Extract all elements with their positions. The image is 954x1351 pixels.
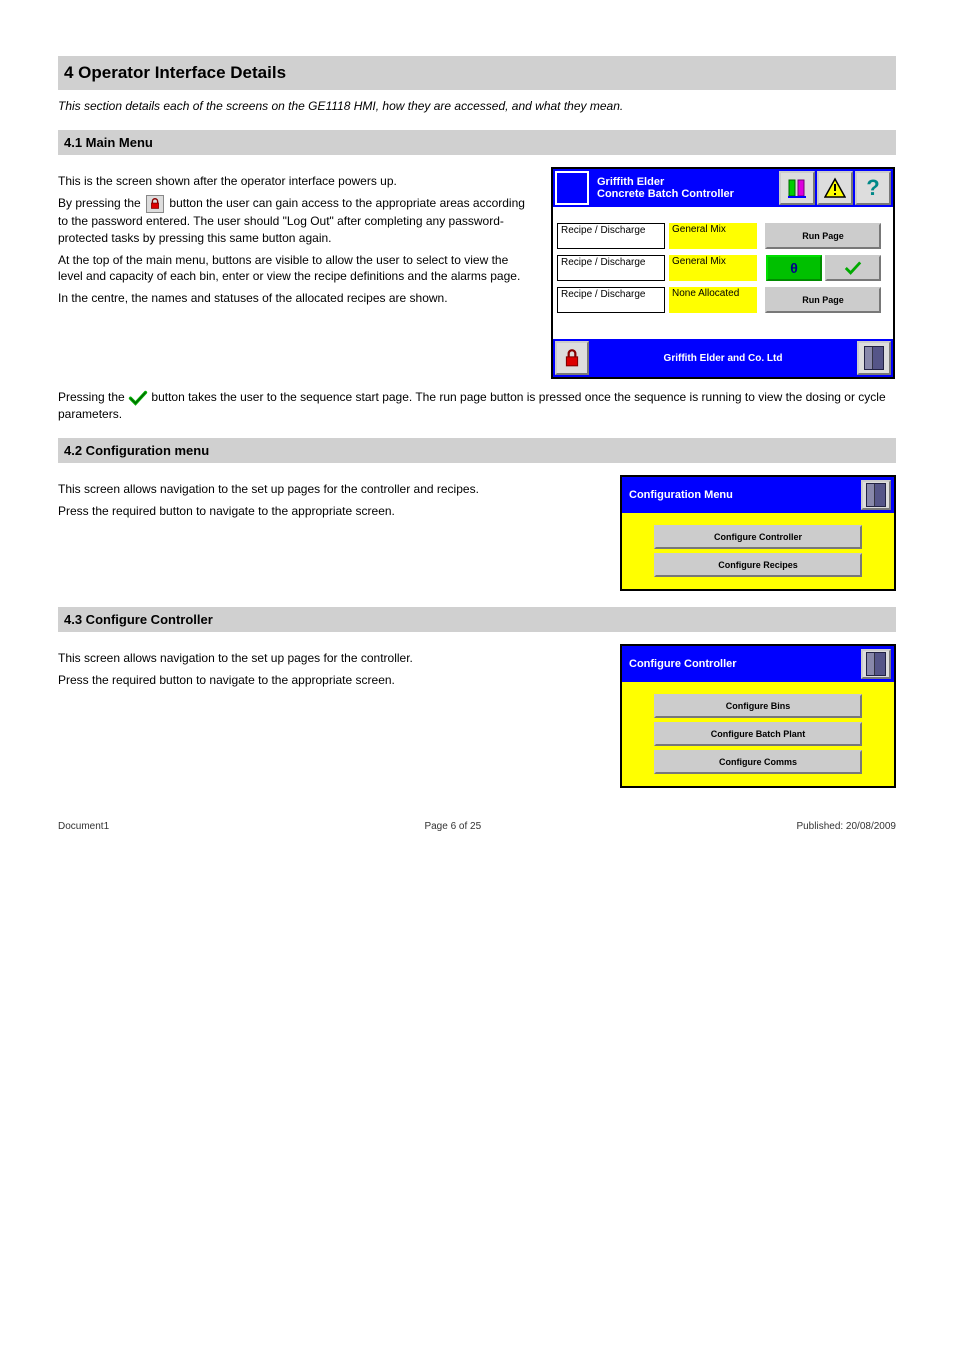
footer-brand: Griffith Elder and Co. Ltd [589, 353, 857, 364]
recipe-buttons: θ [761, 255, 881, 281]
config-controller-button[interactable]: Configure Batch Plant [654, 722, 862, 746]
footer-centre: Page 6 of 25 [424, 821, 481, 832]
confirm-button[interactable] [825, 255, 881, 281]
s42-p2: Press the required button to navigate to… [58, 503, 531, 519]
s41-p4a: Pressing the [58, 390, 128, 404]
config-menu-exit[interactable] [861, 480, 891, 510]
footer-left: Document1 [58, 821, 109, 832]
main-menu-panel: Griffith Elder Concrete Batch Controller… [551, 167, 895, 379]
config-menu-button[interactable]: Configure Recipes [654, 553, 862, 577]
recipe-value: General Mix [669, 255, 757, 281]
s41-intro: This is the screen shown after the opera… [58, 173, 531, 189]
main-menu-footer: Griffith Elder and Co. Ltd [553, 339, 893, 377]
exit-button[interactable] [857, 341, 891, 375]
s43-p1: This screen allows navigation to the set… [58, 650, 531, 666]
run-page-button[interactable]: Run Page [765, 287, 881, 313]
door-icon [864, 346, 884, 370]
s41-p4b: button takes the user to the sequence st… [58, 390, 886, 421]
help-button[interactable]: ? [855, 171, 891, 205]
config-menu-panel: Configuration Menu Configure ControllerC… [620, 475, 896, 591]
run-page-button[interactable]: Run Page [765, 223, 881, 249]
recipe-label: Recipe / Discharge [557, 287, 665, 313]
config-menu-title: Configuration Menu [625, 489, 733, 501]
section-4-heading: 4 Operator Interface Details [58, 56, 896, 90]
s41-p3: In the centre, the names and statuses of… [58, 290, 531, 306]
config-menu-button[interactable]: Configure Controller [654, 525, 862, 549]
main-menu-title: Griffith Elder Concrete Batch Controller [591, 176, 777, 200]
recipe-value: None Allocated [669, 287, 757, 313]
door-icon [866, 483, 886, 507]
config-menu-titlebar: Configuration Menu [622, 477, 894, 513]
check-icon [128, 390, 148, 406]
section-4-3-heading: 4.3 Configure Controller [58, 607, 896, 632]
bin-levels-button[interactable] [779, 171, 815, 205]
config-controller-button[interactable]: Configure Comms [654, 750, 862, 774]
s42-p1: This screen allows navigation to the set… [58, 481, 531, 497]
alarms-button[interactable] [817, 171, 853, 205]
recipe-label: Recipe / Discharge [557, 223, 665, 249]
config-controller-panel: Configure Controller Configure BinsConfi… [620, 644, 896, 788]
config-controller-titlebar: Configure Controller [622, 646, 894, 682]
intro-italic: This section details each of the screens… [58, 98, 896, 114]
lock-button[interactable] [555, 341, 589, 375]
config-controller-exit[interactable] [861, 649, 891, 679]
door-icon [866, 652, 886, 676]
recipe-row: Recipe / DischargeGeneral Mix Run Page [557, 223, 889, 249]
s41-p4: Pressing the button takes the user to th… [58, 389, 896, 422]
section-4-1-heading: 4.1 Main Menu [58, 130, 896, 155]
recipe-row: Recipe / DischargeGeneral Mix θ [557, 255, 889, 281]
recipe-row: Recipe / DischargeNone Allocated Run Page [557, 287, 889, 313]
s41-p1a: By pressing the [58, 197, 144, 211]
main-menu-body: Recipe / DischargeGeneral MixRun PageRec… [553, 207, 893, 339]
s41-p2: At the top of the main menu, buttons are… [58, 252, 531, 284]
config-controller-button[interactable]: Configure Bins [654, 694, 862, 718]
main-menu-titlebar: Griffith Elder Concrete Batch Controller… [553, 169, 893, 207]
brand-logo [555, 171, 589, 205]
page-footer: Document1 Page 6 of 25 Published: 20/08/… [58, 821, 896, 832]
lock-icon [146, 195, 164, 213]
recipe-label: Recipe / Discharge [557, 255, 665, 281]
config-controller-title: Configure Controller [625, 658, 737, 670]
config-menu-body: Configure Controller Configure Recipes [622, 513, 894, 589]
recipe-buttons: Run Page [761, 287, 881, 313]
s43-p2: Press the required button to navigate to… [58, 672, 531, 688]
question-icon: ? [866, 175, 879, 201]
config-controller-body: Configure Bins Configure Batch Plant Confi… [622, 682, 894, 786]
section-4-2-heading: 4.2 Configuration menu [58, 438, 896, 463]
recipe-value: General Mix [669, 223, 757, 249]
s41-p1: By pressing the button the user can gain… [58, 195, 531, 245]
recipe-select-button[interactable]: θ [766, 255, 822, 281]
footer-right: Published: 20/08/2009 [796, 821, 896, 832]
recipe-buttons: Run Page [761, 223, 881, 249]
